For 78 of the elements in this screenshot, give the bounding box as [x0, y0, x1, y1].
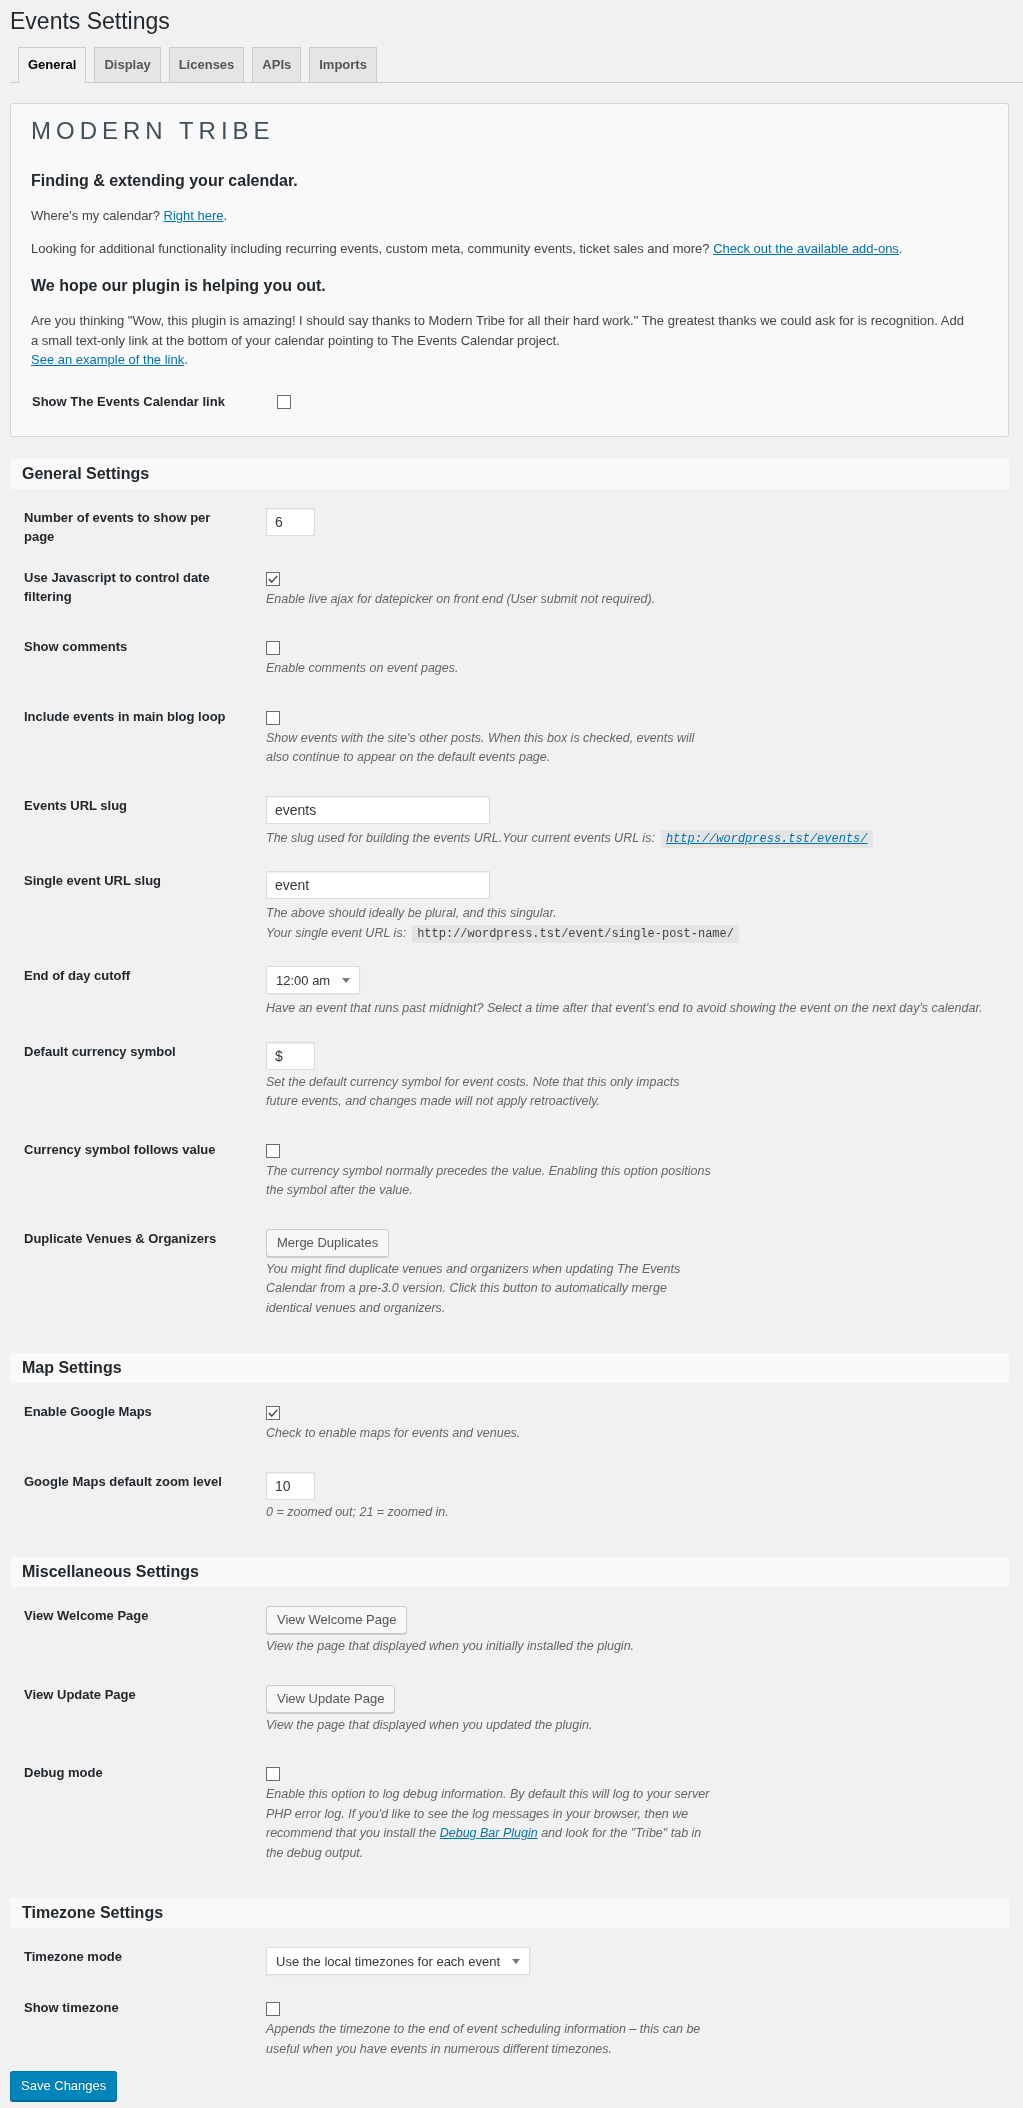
caret-icon	[342, 977, 351, 983]
field-description: Check to enable maps for events and venues.	[266, 1425, 521, 1442]
field-description: The currency symbol normally precedes the value. Enabling this option positions the symbol after the value.	[266, 1162, 712, 1199]
save-button[interactable]: Save Changes	[10, 2071, 118, 2101]
paragraph-text: Where's my calendar? Right here.	[31, 207, 228, 225]
checkbox[interactable]	[266, 1143, 280, 1158]
field-description: View the page that displayed when you updated the plugin.	[266, 1716, 593, 1734]
field-description: Your single event URL is:	[266, 925, 407, 940]
checkbox[interactable]	[266, 1406, 280, 1420]
field-label: Debug mode	[24, 1765, 103, 1780]
field-label: Events URL slug	[24, 797, 128, 813]
check-icon	[268, 574, 278, 583]
logo-text: MODERN TRIBE	[31, 116, 275, 146]
tab[interactable]: General	[18, 47, 87, 83]
action-button[interactable]: View Update Page	[266, 1684, 396, 1713]
dropdown-select[interactable]: Use the local timezones for each event	[266, 1947, 530, 1975]
tab[interactable]: Display	[94, 47, 161, 83]
field-label: Number of events to show per page	[24, 509, 211, 544]
url-link[interactable]: http://wordpress.tst/events/	[660, 829, 873, 848]
field-description: Set the default currency symbol for event costs. Note that this only impacts future events, and changes made will not apply retroactively.	[266, 1073, 681, 1110]
field-description: View the page that displayed when you initially installed the plugin.	[266, 1638, 635, 1655]
text-link[interactable]: Debug Bar Plugin	[439, 1826, 538, 1840]
checkbox[interactable]	[266, 1767, 280, 1781]
field-description: Appends the timezone to the end of event scheduling information – this can be useful when you have events in numerous different timezones.	[266, 2021, 702, 2058]
checkbox[interactable]	[266, 2002, 280, 2016]
field-description: Enable comments on event pages.	[266, 660, 459, 677]
checkbox[interactable]	[266, 571, 280, 586]
panel-heading: We hope our plugin is helping you out.	[31, 276, 326, 296]
field-description: The slug used for building the events URL.Your current events URL is:	[266, 830, 655, 845]
action-button[interactable]: View Welcome Page	[266, 1606, 408, 1634]
section-title: General Settings	[22, 463, 150, 484]
field-label: Include events in main blog loop	[24, 708, 226, 724]
text-link[interactable]: Check out the available add-ons	[713, 240, 899, 256]
field-description: You might find duplicate venues and organizers when updating The Events Calendar from a pre-3.0 version. Click this button to automatically merge identical venues and organizers.	[266, 1260, 682, 1317]
paragraph-text: Looking for additional functionality including recurring events, custom meta, community events, ticket sales and more? Check out the available add-ons.	[31, 239, 903, 258]
field-label: Default currency symbol	[24, 1043, 176, 1059]
field-description: Enable this option to log debug information. By default this will log to your server PHP error log. If you'd like to see the log messages in your browser, then we recommend that you install the Debug Bar Plugin and look for the "Tribe" tab in the debug output.	[266, 1786, 711, 1862]
field-label: Google Maps default zoom level	[24, 1473, 222, 1489]
caret-icon	[512, 1958, 520, 1964]
checkbox[interactable]	[266, 710, 280, 725]
section-title: Miscellaneous Settings	[22, 1562, 199, 1582]
paragraph-text: Are you thinking "Wow, this plugin is amazing! I should say thanks to Modern Tribe for all their hard work." The greatest thanks we could ask for is recognition. Add a small text-only link at the bottom of your calendar pointing to The Events Calendar project. See an example of the link.	[31, 312, 965, 369]
field-label: Show comments	[24, 639, 128, 654]
section-title: Map Settings	[22, 1358, 122, 1378]
field-label: Use Javascript to control date filtering	[24, 569, 210, 604]
tab[interactable]: Licenses	[168, 47, 245, 83]
field-label: End of day cutoff	[24, 968, 131, 983]
field-label: View Welcome Page	[24, 1608, 149, 1623]
input-field[interactable]: 10	[266, 1471, 315, 1500]
field-description: 0 = zoomed out; 21 = zoomed in.	[266, 1503, 449, 1521]
checkbox[interactable]	[266, 641, 280, 655]
page-title: Events Settings	[10, 7, 170, 36]
field-label: Timezone mode	[24, 1949, 122, 1964]
check-icon	[268, 1409, 278, 1417]
field-label: Currency symbol follows value	[24, 1141, 216, 1157]
checkbox[interactable]	[277, 394, 291, 409]
input-field[interactable]: $	[266, 1041, 315, 1070]
field-label: Duplicate Venues & Organizers	[24, 1230, 217, 1246]
text-link[interactable]: Right here	[163, 208, 224, 223]
action-button[interactable]: Merge Duplicates	[266, 1228, 390, 1257]
input-field[interactable]: event	[266, 871, 490, 899]
field-description: Enable live ajax for datepicker on front end (User submit not required).	[266, 590, 656, 608]
section-title: Timezone Settings	[22, 1903, 164, 1923]
field-label: Enable Google Maps	[24, 1404, 152, 1419]
field-description: Show events with the site's other posts. When this box is checked, events will also continue to appear on the default events page.	[266, 729, 696, 766]
dropdown-select[interactable]: 12:00 am	[266, 966, 361, 994]
input-field[interactable]: 6	[266, 507, 315, 536]
tab[interactable]: APIs	[252, 47, 302, 83]
field-label: View Update Page	[24, 1686, 136, 1702]
panel-heading: Finding & extending your calendar.	[31, 171, 298, 191]
field-description: Have an event that runs past midnight? Select a time after that event's end to avoid showing the event on the next day's calendar.	[266, 1000, 983, 1017]
field-label: Single event URL slug	[24, 873, 161, 888]
input-field[interactable]: events	[266, 795, 490, 824]
field-label: Show timezone	[24, 2000, 119, 2015]
url-code: http://wordpress.tst/event/single-post-name/	[412, 924, 739, 943]
field-label: Show The Events Calendar link	[32, 394, 225, 409]
tab[interactable]: Imports	[309, 47, 377, 83]
field-description: The above should ideally be plural, and this singular.	[266, 905, 557, 922]
